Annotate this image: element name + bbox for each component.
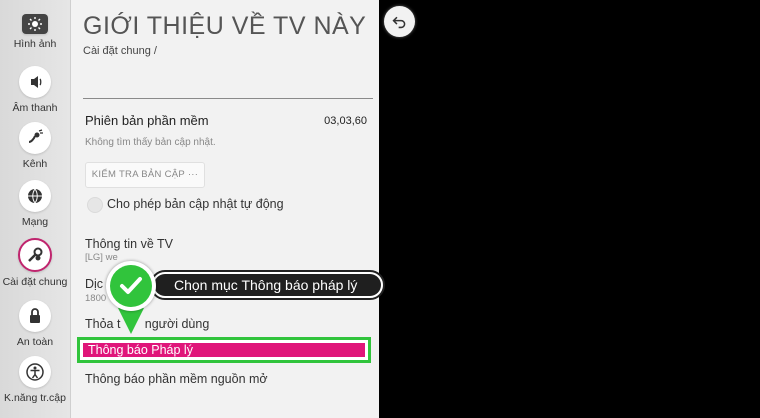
lock-icon: [19, 300, 51, 332]
divider: [83, 98, 373, 99]
sound-icon: [19, 66, 51, 98]
sidebar-item-label: Hình ảnh: [13, 38, 57, 50]
page-title: GIỚI THIỆU VỀ TV NÀY: [83, 12, 367, 40]
accessibility-icon: [19, 356, 51, 388]
legal-notice-item[interactable]: Thông báo Pháp lý: [77, 337, 371, 363]
open-source-notice-item[interactable]: Thông báo phần mềm nguồn mở: [85, 372, 268, 386]
sidebar-item-label: An toàn: [16, 336, 54, 348]
sidebar-item-channel[interactable]: Kênh: [0, 122, 70, 170]
software-version-label: Phiên bản phần mềm: [85, 113, 209, 128]
sidebar-item-label: Kênh: [22, 158, 48, 170]
channel-icon: [19, 122, 51, 154]
sidebar-item-general-settings[interactable]: Cài đặt chung: [0, 238, 70, 288]
sidebar: Hình ảnh Âm thanh Kênh Mạng Cài đặt chun…: [0, 0, 71, 418]
tv-info-sub: [LG] we: [85, 252, 118, 263]
annotation-check-badge: [106, 261, 156, 311]
checkmark-icon: [110, 265, 152, 307]
network-icon: [19, 180, 51, 212]
annotation-arrow: [118, 308, 144, 334]
sidebar-item-network[interactable]: Mạng: [0, 180, 70, 228]
sidebar-item-label: Mạng: [21, 216, 49, 228]
sidebar-item-label: Cài đặt chung: [2, 276, 68, 288]
picture-icon: [22, 14, 48, 34]
back-arrow-icon: [392, 16, 406, 29]
software-version-value: 03,03,60: [324, 115, 367, 127]
check-update-button[interactable]: KIỂM TRA BẢN CẬP ···: [85, 162, 205, 188]
back-button[interactable]: [384, 6, 415, 37]
general-settings-icon: [18, 238, 52, 272]
update-status-text: Không tìm thấy bản cập nhật.: [85, 137, 216, 148]
user-agreement-item[interactable]: Thỏa t người dùng: [85, 317, 209, 331]
service-sub: 1800: [85, 293, 107, 304]
legal-notice-label: Thông báo Pháp lý: [83, 343, 365, 357]
tv-info-item[interactable]: Thông tin về TV: [85, 237, 173, 251]
sidebar-item-label: K.năng tr.cập: [4, 392, 66, 404]
sidebar-item-sound[interactable]: Âm thanh: [0, 66, 70, 114]
auto-update-toggle[interactable]: [87, 197, 103, 213]
settings-panel: GIỚI THIỆU VỀ TV NÀY Cài đặt chung / Phi…: [71, 0, 379, 418]
annotation-callout: Chọn mục Thông báo pháp lý: [150, 270, 385, 300]
sidebar-item-accessibility[interactable]: K.năng tr.cập: [0, 356, 70, 404]
service-item[interactable]: Dịc: [85, 277, 103, 291]
sidebar-item-safety[interactable]: An toàn: [0, 300, 70, 348]
sidebar-item-picture[interactable]: Hình ảnh: [0, 10, 70, 50]
auto-update-label[interactable]: Cho phép bản cập nhật tự động: [107, 197, 284, 211]
breadcrumb: Cài đặt chung /: [83, 45, 157, 57]
sidebar-item-label: Âm thanh: [12, 102, 58, 114]
annotation-text: Chọn mục Thông báo pháp lý: [154, 274, 381, 296]
